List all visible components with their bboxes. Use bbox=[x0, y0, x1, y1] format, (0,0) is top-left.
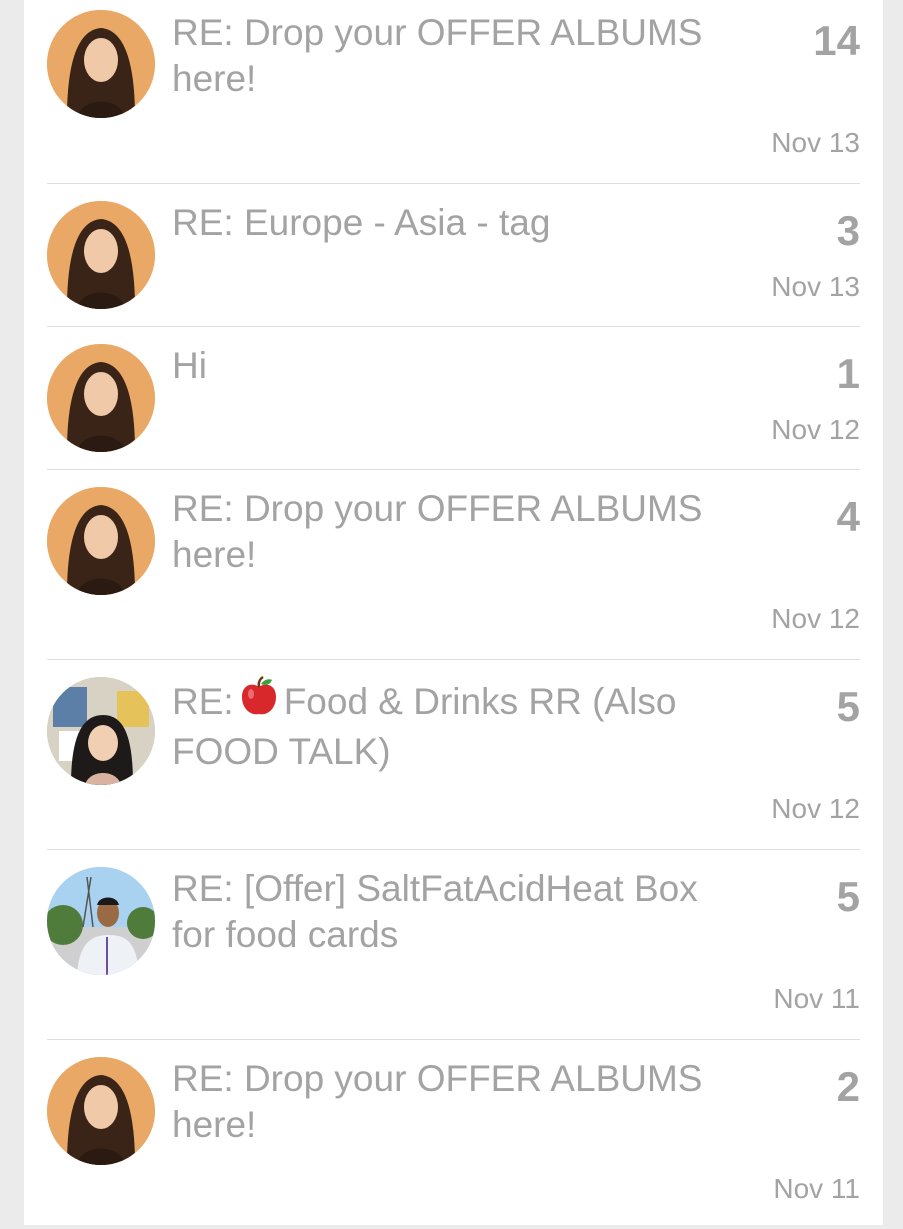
message-subject: RE: [Offer] SaltFatAcidHeat Box for food… bbox=[172, 868, 698, 955]
message-date: Nov 12 bbox=[771, 603, 860, 634]
message-subject: RE: Drop your OFFER ALBUMS here! bbox=[172, 1058, 703, 1145]
avatar[interactable] bbox=[47, 487, 155, 595]
list-item[interactable]: RE: Food & Drinks RR (Also FOOD TALK) 5 N… bbox=[47, 660, 860, 850]
message-count: 4 bbox=[836, 493, 860, 540]
avatar[interactable] bbox=[47, 867, 155, 975]
avatar[interactable] bbox=[47, 201, 155, 309]
message-date: Nov 11 bbox=[773, 1173, 860, 1204]
message-count: 2 bbox=[836, 1063, 860, 1110]
message-date: Nov 13 bbox=[771, 127, 860, 158]
message-subject: RE: Food & Drinks RR (Also FOOD TALK) bbox=[172, 675, 732, 775]
message-date: Nov 13 bbox=[771, 271, 860, 302]
subject-prefix: RE: bbox=[172, 681, 234, 722]
message-count: 5 bbox=[836, 683, 860, 730]
message-subject: RE: Drop your OFFER ALBUMS here! bbox=[172, 12, 703, 99]
apple-emoji-icon bbox=[238, 675, 280, 729]
list-item[interactable]: RE: [Offer] SaltFatAcidHeat Box for food… bbox=[47, 850, 860, 1040]
avatar[interactable] bbox=[47, 10, 155, 118]
message-list-panel: RE: Drop your OFFER ALBUMS here! 14 Nov … bbox=[24, 0, 883, 1225]
message-count: 5 bbox=[836, 873, 860, 920]
list-item[interactable]: RE: Drop your OFFER ALBUMS here! 2 Nov 1… bbox=[47, 1040, 860, 1229]
message-list: RE: Drop your OFFER ALBUMS here! 14 Nov … bbox=[47, 0, 860, 1229]
message-count: 14 bbox=[813, 17, 860, 64]
list-item[interactable]: Hi 1 Nov 12 bbox=[47, 327, 860, 470]
message-subject: RE: Europe - Asia - tag bbox=[172, 202, 551, 243]
message-date: Nov 12 bbox=[771, 414, 860, 445]
list-item[interactable]: RE: Drop your OFFER ALBUMS here! 4 Nov 1… bbox=[47, 470, 860, 660]
list-item[interactable]: RE: Europe - Asia - tag 3 Nov 13 bbox=[47, 184, 860, 327]
message-count: 1 bbox=[836, 350, 860, 397]
message-subject: Hi bbox=[172, 345, 207, 386]
message-date: Nov 12 bbox=[771, 793, 860, 824]
message-subject: RE: Drop your OFFER ALBUMS here! bbox=[172, 488, 703, 575]
message-count: 3 bbox=[836, 207, 860, 254]
avatar[interactable] bbox=[47, 1057, 155, 1165]
avatar[interactable] bbox=[47, 344, 155, 452]
avatar[interactable] bbox=[47, 677, 155, 785]
list-item[interactable]: RE: Drop your OFFER ALBUMS here! 14 Nov … bbox=[47, 0, 860, 184]
message-date: Nov 11 bbox=[773, 983, 860, 1014]
